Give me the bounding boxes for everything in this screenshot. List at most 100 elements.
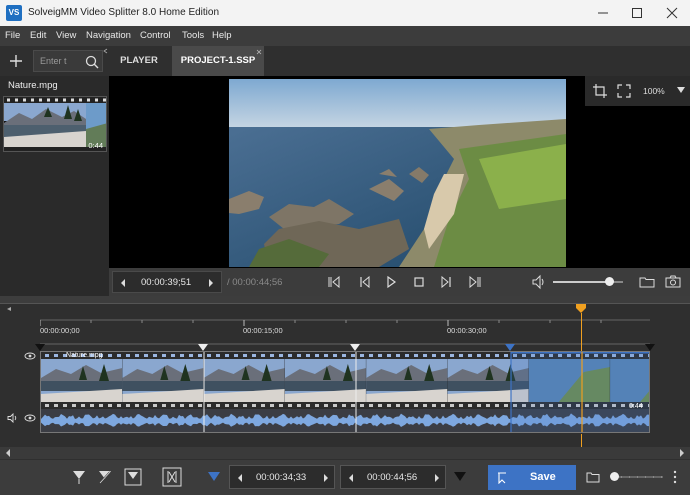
- next-marker-icon[interactable]: [467, 274, 483, 290]
- collapse-left-icon[interactable]: [6, 306, 12, 312]
- track-frame-thumbnail: [41, 359, 123, 402]
- step-back-icon[interactable]: [347, 473, 355, 483]
- film-sprocket: [414, 354, 418, 357]
- split-marker-icon[interactable]: [198, 344, 208, 352]
- film-sprocket: [396, 354, 400, 357]
- time-ruler[interactable]: 00:00:00;00 00:00:15;00 00:00:30;00: [40, 318, 650, 346]
- menu-view[interactable]: View: [56, 30, 76, 41]
- film-sprocket: [117, 404, 121, 407]
- volume-slider[interactable]: [553, 277, 623, 286]
- stop-icon[interactable]: [411, 274, 427, 290]
- media-thumbnail[interactable]: 0:44: [3, 96, 107, 152]
- ruler-ticks: [40, 319, 650, 345]
- menu-help[interactable]: Help: [212, 30, 232, 41]
- step-forward-icon[interactable]: [207, 278, 215, 288]
- total-time: / 00:00:44;56: [227, 277, 283, 288]
- folder-icon[interactable]: [639, 274, 655, 290]
- menu-navigation[interactable]: Navigation: [86, 30, 131, 41]
- film-sprocket: [423, 354, 427, 357]
- fullscreen-icon[interactable]: [617, 84, 631, 98]
- film-sprocket: [153, 404, 157, 407]
- remove-marker-icon[interactable]: [98, 470, 112, 484]
- start-time[interactable]: 00:00:34;33: [256, 472, 306, 483]
- film-sprocket: [297, 354, 301, 357]
- film-sprocket: [342, 354, 346, 357]
- add-file-button[interactable]: [6, 51, 26, 71]
- toggle-fragment-icon[interactable]: [124, 468, 142, 486]
- step-back-icon[interactable]: [236, 473, 244, 483]
- end-time[interactable]: 00:00:44;56: [367, 472, 417, 483]
- current-time[interactable]: 00:00:39;51: [141, 277, 191, 288]
- film-sprocket: [99, 404, 103, 407]
- film-sprocket: [162, 404, 166, 407]
- close-icon: [666, 7, 678, 19]
- chevron-down-icon[interactable]: [677, 87, 685, 93]
- film-sprocket: [261, 404, 265, 407]
- film-sprocket: [54, 404, 58, 407]
- zoom-level[interactable]: 100%: [643, 86, 665, 96]
- minimize-button[interactable]: [586, 0, 620, 26]
- thumbnail-duration: 0:44: [88, 141, 103, 150]
- volume-knob[interactable]: [605, 277, 614, 286]
- selection-start-marker-icon[interactable]: [505, 344, 515, 352]
- window-title: SolveigMM Video Splitter 8.0 Home Editio…: [28, 7, 220, 18]
- menu-control[interactable]: Control: [140, 30, 171, 41]
- start-marker-icon[interactable]: [35, 344, 45, 352]
- zoom-slider-knob[interactable]: [610, 472, 619, 481]
- end-marker-icon[interactable]: [454, 471, 466, 483]
- timeline-scrollbar[interactable]: [0, 447, 690, 459]
- film-sprocket: [216, 404, 220, 407]
- video-visibility-eye-icon[interactable]: [24, 351, 36, 361]
- end-marker-icon[interactable]: [645, 344, 655, 352]
- menu-tools[interactable]: Tools: [182, 30, 204, 41]
- selection-marker-icon[interactable]: [208, 471, 220, 483]
- cut-fragment-icon[interactable]: [162, 467, 182, 487]
- volume-icon[interactable]: [531, 274, 547, 290]
- film-sprocket: [144, 354, 148, 357]
- film-sprocket: [486, 354, 490, 357]
- zoom-ticks: [621, 476, 662, 478]
- audio-speaker-icon[interactable]: [7, 413, 19, 423]
- previous-frame-icon[interactable]: [357, 274, 373, 290]
- scroll-right-icon[interactable]: [679, 449, 685, 457]
- timeline-splitter[interactable]: [0, 296, 690, 304]
- save-button[interactable]: Save: [488, 465, 576, 490]
- step-back-icon[interactable]: [119, 278, 127, 288]
- playhead-line: [581, 434, 582, 447]
- more-options-icon[interactable]: [673, 470, 677, 484]
- step-forward-icon[interactable]: [322, 473, 330, 483]
- panel-collapse-icon[interactable]: [102, 48, 108, 54]
- playhead-line: [581, 313, 582, 351]
- snapshot-camera-icon[interactable]: [665, 274, 681, 290]
- video-frame-image: [229, 79, 566, 267]
- audio-visibility-eye-icon[interactable]: [24, 413, 36, 423]
- video-track[interactable]: Nature.mpg 0:44: [40, 351, 650, 433]
- film-sprocket: [261, 354, 265, 357]
- search-icon[interactable]: [84, 54, 100, 70]
- split-marker-icon[interactable]: [350, 344, 360, 352]
- ruler-label: 00:00:30;00: [447, 326, 487, 335]
- previous-marker-icon[interactable]: [326, 274, 342, 290]
- clip-name: Nature.mpg: [66, 352, 103, 359]
- crop-icon[interactable]: [593, 84, 607, 98]
- maximize-button[interactable]: [620, 0, 654, 26]
- next-frame-icon[interactable]: [438, 274, 454, 290]
- menu-file[interactable]: File: [5, 30, 20, 41]
- film-sprocket: [297, 404, 301, 407]
- media-file-name[interactable]: Nature.mpg: [8, 80, 58, 91]
- output-folder-icon[interactable]: [586, 470, 600, 484]
- play-icon[interactable]: [383, 274, 399, 290]
- tab-project[interactable]: PROJECT-1.SSP: [172, 46, 264, 76]
- timeline-zoom-slider[interactable]: [610, 472, 663, 481]
- step-forward-icon[interactable]: [433, 473, 441, 483]
- close-button[interactable]: [655, 0, 689, 26]
- film-sprocket: [333, 354, 337, 357]
- video-preview[interactable]: 100%: [109, 76, 690, 268]
- search-input[interactable]: Enter t: [40, 56, 76, 66]
- tab-player[interactable]: PLAYER: [110, 46, 168, 76]
- player-controls: 00:00:39;51 / 00:00:44;56: [109, 268, 690, 296]
- menu-edit[interactable]: Edit: [30, 30, 46, 41]
- add-marker-icon[interactable]: [72, 470, 86, 484]
- scroll-left-icon[interactable]: [5, 449, 11, 457]
- close-tab-icon[interactable]: [256, 49, 262, 55]
